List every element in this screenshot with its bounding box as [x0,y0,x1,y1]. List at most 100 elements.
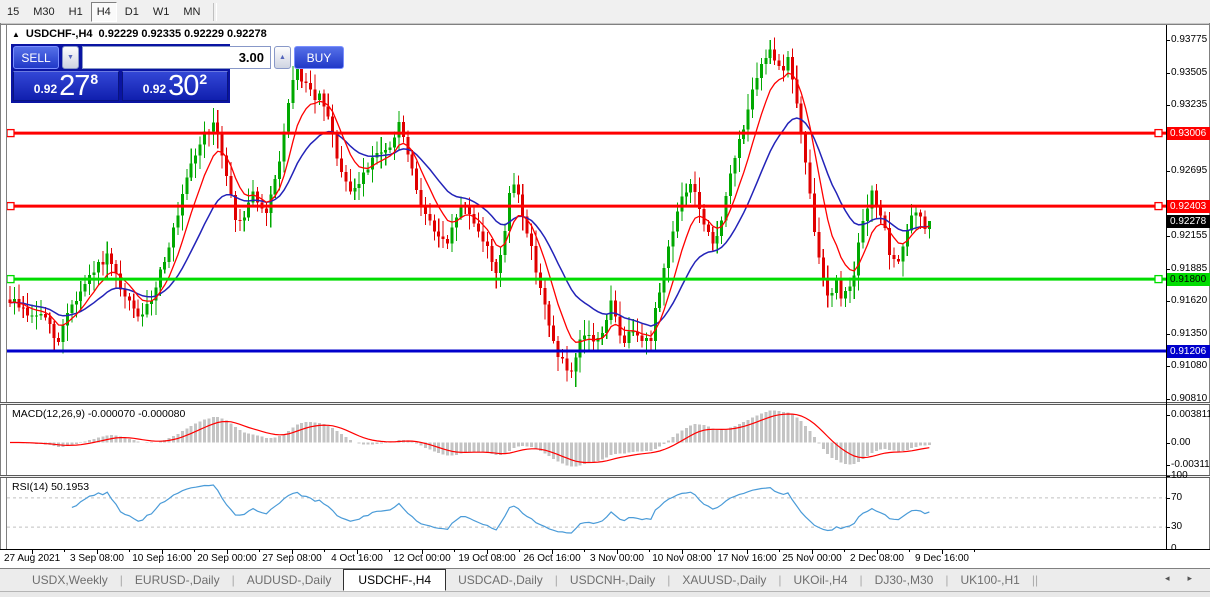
time-label: 27 Aug 2021 [4,553,61,564]
chart-tab-usdchf-h4[interactable]: USDCHF-,H4 [343,569,447,591]
price-tick-label: 0.90810 [1171,393,1208,404]
rsi-tick-label: 70 [1171,492,1183,503]
price-tick-mark [1166,301,1170,302]
time-minor-tick [519,550,520,552]
time-label: 10 Nov 08:00 [652,553,712,564]
rsi-indicator-canvas[interactable] [7,478,1166,549]
time-label: 3 Sep 08:00 [70,553,124,564]
timeframe-button-h4[interactable]: H4 [90,1,117,22]
time-label: 20 Sep 00:00 [197,553,257,564]
tab-scroll-right-icon[interactable]: ▸ [1187,573,1192,584]
rsi-label: RSI(14) 50.1953 [12,481,90,493]
chart-ohlc-values: 0.92229 0.92335 0.92229 0.92278 [98,28,267,40]
tab-scroll-left-icon[interactable]: ◂ [1165,573,1170,584]
time-label: 17 Nov 16:00 [717,553,777,564]
time-minor-tick [649,550,650,552]
chart-tab-dj30-m30[interactable]: DJ30-,M30 [863,569,946,591]
buy-price-big-digits: 30 [168,70,199,102]
rsi-tick-label: 30 [1171,521,1183,532]
time-label: 26 Oct 16:00 [523,553,581,564]
rsi-tick-mark [1166,476,1170,477]
time-minor-tick [324,550,325,552]
buy-price-pip-digit: 2 [199,71,208,87]
sell-button[interactable]: SELL [13,46,59,69]
buy-price-display[interactable]: 0.92 30 2 [122,71,228,101]
time-minor-tick [844,550,845,552]
time-minor-tick [909,550,910,552]
sell-price-big-digits: 27 [59,70,90,102]
time-minor-tick [714,550,715,552]
time-minor-tick [64,550,65,552]
timeframe-button-mn[interactable]: MN [177,2,206,22]
buy-button[interactable]: BUY [294,46,344,69]
rsi-tick-label: 100 [1171,470,1188,481]
price-tick-label: 0.91620 [1171,295,1208,306]
price-tick-label: 0.91350 [1171,328,1208,339]
price-badge-0.91800: 0.91800 [1167,273,1210,286]
chart-tab-usdx-weekly[interactable]: USDX,Weekly [20,569,120,591]
rsi-tick-mark [1166,527,1170,528]
chart-tab-ukoil-h4[interactable]: UKOil-,H4 [782,569,860,591]
price-tick-mark [1166,40,1170,41]
volume-input[interactable] [82,46,271,69]
price-tick-mark [1166,171,1170,172]
price-tick-label: 0.91080 [1171,360,1208,371]
time-minor-tick [779,550,780,552]
chart-tab-uk100-h1[interactable]: UK100-,H1 [948,569,1031,591]
one-click-trading-panel: SELL ▼ ▲ BUY 0.92 27 8 0.92 30 2 [11,44,344,103]
macd-tick-mark [1166,443,1170,444]
time-minor-tick [454,550,455,552]
price-tick-mark [1166,366,1170,367]
chart-tab-eurusd-daily[interactable]: EURUSD-,Daily [123,569,232,591]
time-label: 9 Dec 16:00 [915,553,969,564]
price-tick-label: 0.93775 [1171,34,1208,45]
sell-price-prefix: 0.92 [33,82,58,96]
timeframe-button-d1[interactable]: D1 [119,2,145,22]
time-minor-tick [584,550,585,552]
chart-tab-bar: USDX,Weekly | EURUSD-,Daily | AUDUSD-,Daily U… [0,568,1210,591]
sell-price-display[interactable]: 0.92 27 8 [13,71,119,101]
price-tick-label: 0.92155 [1171,230,1208,241]
rsi-panel-splitter[interactable] [0,475,1210,478]
rsi-tick-mark [1166,498,1170,499]
collapse-triangle-icon[interactable]: ▲ [12,30,20,39]
price-tick-mark [1166,269,1170,270]
macd-tick-label: -0.003115 [1171,459,1210,470]
price-axis-line [1166,25,1167,549]
price-tick-mark [1166,334,1170,335]
time-label: 2 Dec 08:00 [850,553,904,564]
status-strip [0,591,1210,597]
timeframe-button-m30[interactable]: M30 [27,2,60,22]
timeframe-button-w1[interactable]: W1 [147,2,176,22]
timeframe-button-15[interactable]: 15 [1,2,25,22]
macd-label: MACD(12,26,9) -0.000070 -0.000080 [12,408,186,420]
chart-tab-usdcnh-daily[interactable]: USDCNH-,Daily [558,569,667,591]
toolbar-separator [213,2,218,21]
tab-scroll-arrows: ◂ ▸ [1165,573,1192,584]
price-badge-0.92278: 0.92278 [1167,215,1210,228]
time-label: 4 Oct 16:00 [331,553,383,564]
chart-tab-audusd-daily[interactable]: AUDUSD-,Daily [235,569,344,591]
time-minor-tick [259,550,260,552]
macd-tick-mark [1166,465,1170,466]
price-tick-label: 0.92695 [1171,165,1208,176]
tab-separator: | [1034,573,1039,587]
volume-decrease-button[interactable]: ▼ [62,46,79,69]
chart-tab-usdcad-daily[interactable]: USDCAD-,Daily [446,569,555,591]
time-label: 19 Oct 08:00 [458,553,516,564]
time-minor-tick [194,550,195,552]
time-axis[interactable]: 27 Aug 2021 3 Sep 08:00 10 Sep 16:00 20 Sep… [0,549,1210,568]
price-tick-mark [1166,399,1170,400]
macd-panel-splitter[interactable] [0,402,1210,405]
macd-tick-mark [1166,415,1170,416]
chart-title-bar: ▲ USDCHF-,H4 0.92229 0.92335 0.92229 0.9… [12,28,267,40]
price-tick-mark [1166,105,1170,106]
timeframe-button-h1[interactable]: H1 [63,2,89,22]
timeframe-toolbar: 15 M30 H1 H4 D1 W1 MN [0,0,1210,24]
volume-increase-button[interactable]: ▲ [274,46,291,69]
chart-tab-xauusd-daily[interactable]: XAUUSD-,Daily [670,569,778,591]
buy-price-prefix: 0.92 [142,82,167,96]
time-minor-tick [129,550,130,552]
macd-tick-label: 0.003811 [1171,409,1210,420]
sell-price-pip-digit: 8 [90,71,99,87]
